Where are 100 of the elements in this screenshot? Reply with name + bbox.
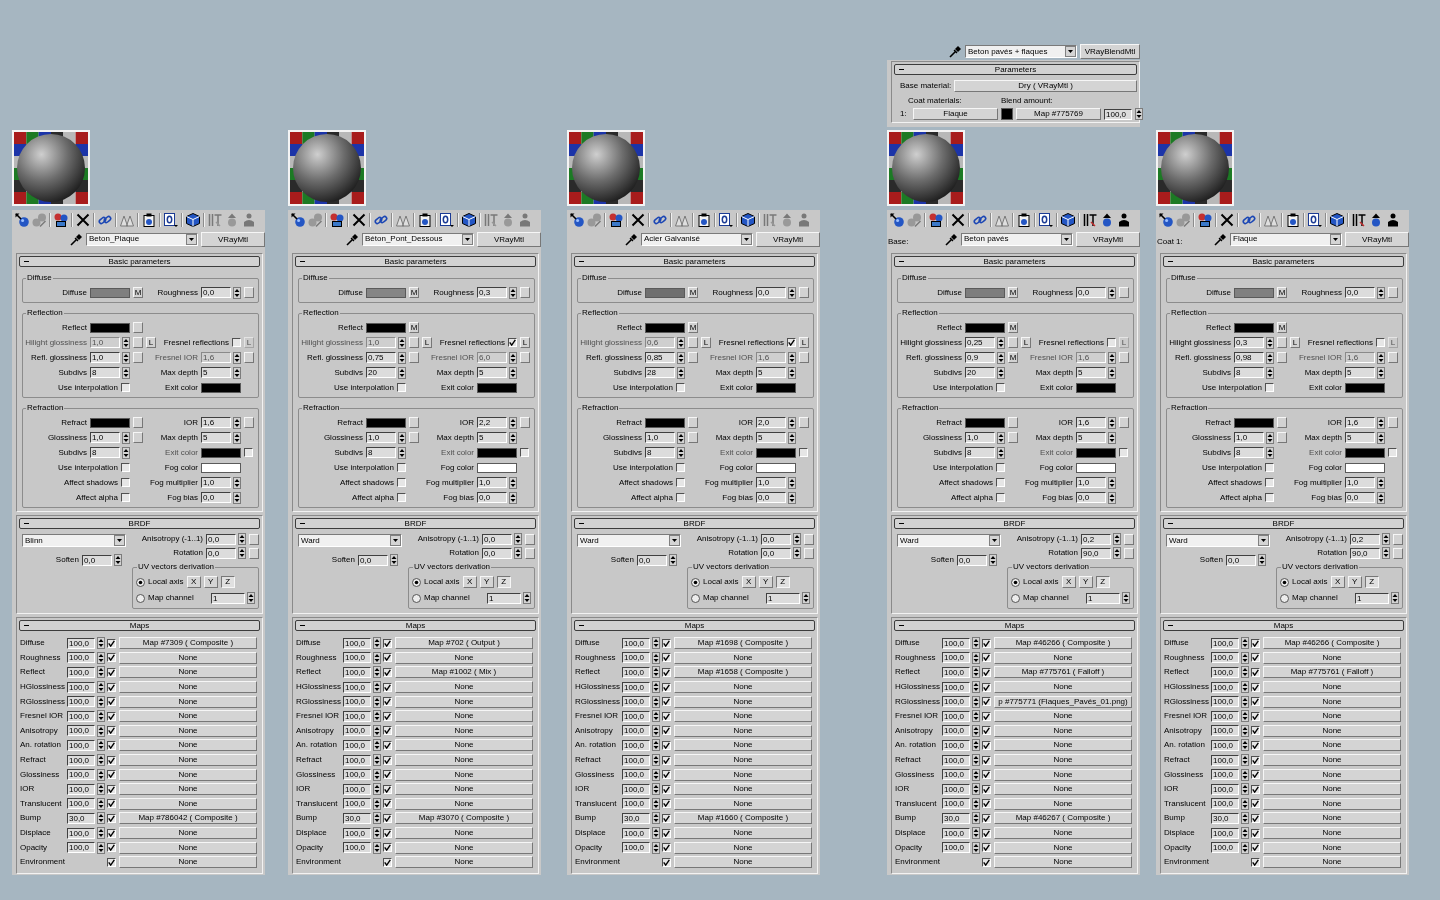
number-field[interactable]: 0,0 (761, 533, 791, 545)
number-field[interactable]: 100,0 (1211, 827, 1239, 839)
number-field[interactable]: 100,0 (622, 827, 650, 839)
checkbox[interactable] (1251, 784, 1260, 794)
number-field[interactable]: 100,0 (1211, 681, 1239, 693)
letter-button[interactable]: M (133, 287, 143, 298)
eyedropper-icon[interactable] (346, 232, 359, 246)
map-slot-button[interactable]: Map #775761 ( Falloff ) (994, 666, 1132, 679)
checkbox[interactable] (1251, 653, 1260, 663)
number-field[interactable]: 0,0 (761, 547, 791, 559)
spinner-arrows-icon[interactable] (122, 446, 130, 459)
spinner-arrows-icon[interactable] (373, 724, 381, 737)
spinner-arrows-icon[interactable] (509, 286, 517, 299)
cube-icon[interactable] (1061, 213, 1075, 227)
axis-button[interactable]: X (462, 576, 477, 588)
checkbox[interactable] (1376, 338, 1385, 347)
number-field[interactable]: 100,0 (67, 739, 95, 751)
zero-box-icon[interactable] (164, 213, 178, 227)
caret-icon[interactable] (669, 535, 680, 546)
spinner-arrows-icon[interactable] (238, 533, 246, 545)
number-field[interactable]: 100,0 (942, 783, 970, 795)
number-field[interactable]: 100,0 (67, 637, 95, 649)
spinner-arrows-icon[interactable] (509, 416, 517, 429)
letter-button[interactable]: L (1021, 337, 1031, 348)
color-swatch-icon[interactable] (90, 287, 130, 298)
number-field[interactable]: 100,0 (343, 696, 371, 708)
map-slot-button[interactable] (799, 287, 809, 298)
checkbox[interactable] (676, 478, 685, 487)
number-field[interactable]: 1,6 (1076, 417, 1106, 428)
spinner-arrows-icon[interactable] (972, 797, 980, 810)
map-slot-button[interactable]: None (395, 856, 533, 869)
number-field[interactable]: 100,0 (343, 827, 371, 839)
number-field[interactable]: 100,0 (942, 725, 970, 737)
checkbox[interactable] (397, 463, 406, 472)
spinner-arrows-icon[interactable] (238, 547, 246, 559)
map-slot-button[interactable]: None (1263, 812, 1401, 825)
number-field[interactable]: 100,0 (343, 842, 371, 854)
cross-icon[interactable] (631, 213, 645, 227)
spinner-arrows-icon[interactable] (97, 710, 105, 723)
checkbox[interactable] (1251, 828, 1260, 838)
number-field[interactable]: 8 (1234, 367, 1264, 378)
map-slot-button[interactable]: None (395, 681, 533, 694)
rollout-header[interactable]: Maps (19, 620, 260, 631)
spinner-arrows-icon[interactable] (122, 336, 130, 349)
number-field[interactable]: 100,0 (622, 798, 650, 810)
spinner-arrows-icon[interactable] (97, 768, 105, 781)
color-swatch-icon[interactable] (366, 417, 406, 428)
number-field[interactable]: 5 (201, 367, 231, 378)
spinner-arrows-icon[interactable] (398, 366, 406, 379)
spinner-arrows-icon[interactable] (373, 666, 381, 679)
number-field[interactable]: 8 (645, 447, 675, 458)
radio-button[interactable] (1011, 577, 1020, 587)
spinner-arrows-icon[interactable] (1108, 416, 1116, 429)
map-slot-button[interactable] (1119, 287, 1129, 298)
number-field[interactable]: 0,9 (965, 352, 995, 363)
spinner-arrows-icon[interactable] (652, 666, 660, 679)
color-swatch-icon[interactable] (1234, 287, 1274, 298)
caret-icon[interactable] (989, 535, 1000, 546)
checkbox[interactable] (1265, 463, 1274, 472)
number-field[interactable]: 100,0 (67, 696, 95, 708)
caret-icon[interactable] (741, 233, 752, 245)
spheres-block-icon[interactable] (1198, 213, 1212, 227)
number-field[interactable]: 100,0 (622, 696, 650, 708)
eyedropper-icon[interactable] (625, 232, 638, 246)
spinner-arrows-icon[interactable] (652, 783, 660, 796)
cube-icon[interactable] (1330, 213, 1344, 227)
cube-icon[interactable] (186, 213, 200, 227)
spinner-arrows-icon[interactable] (1391, 592, 1399, 604)
axis-button[interactable]: Z (1364, 576, 1379, 588)
letter-button[interactable]: L (520, 337, 530, 348)
spinner-arrows-icon[interactable] (122, 351, 130, 364)
zero-box-icon[interactable] (719, 213, 733, 227)
number-field[interactable]: 0,2 (1081, 533, 1111, 545)
number-field[interactable]: 1,0 (645, 432, 675, 443)
checkbox[interactable] (982, 668, 991, 677)
checkbox[interactable] (676, 463, 685, 472)
checkbox[interactable] (662, 668, 671, 677)
spinner-arrows-icon[interactable] (247, 592, 255, 604)
material-name-dropdown[interactable]: Béton_Pont_Dessous (362, 232, 474, 246)
map-slot-button[interactable]: None (674, 783, 812, 796)
checkbox[interactable] (383, 638, 392, 648)
axis-button[interactable]: X (1330, 576, 1345, 588)
cross-icon[interactable] (1220, 213, 1234, 227)
checkbox[interactable] (787, 338, 796, 347)
spinner-arrows-icon[interactable] (1241, 827, 1249, 839)
checkbox[interactable] (982, 711, 991, 721)
number-field[interactable]: 0,98 (1234, 352, 1264, 363)
number-field[interactable]: 0,0 (1226, 554, 1256, 566)
map-slot-button[interactable] (1388, 417, 1398, 428)
spinner-arrows-icon[interactable] (1241, 651, 1249, 664)
spinner-arrows-icon[interactable] (233, 491, 241, 504)
checkbox[interactable] (1251, 755, 1260, 765)
spinner-arrows-icon[interactable] (97, 739, 105, 752)
eyedropper-icon[interactable] (1214, 232, 1227, 246)
map-slot-button[interactable]: Map #1698 ( Composite ) (674, 637, 812, 650)
number-field[interactable]: 0,0 (206, 533, 236, 545)
material-name-dropdown[interactable]: Beton pavés + flaques (965, 45, 1077, 58)
checkbox[interactable] (982, 755, 991, 765)
checkbox[interactable] (107, 843, 116, 853)
clipboard-icon[interactable] (697, 213, 711, 227)
